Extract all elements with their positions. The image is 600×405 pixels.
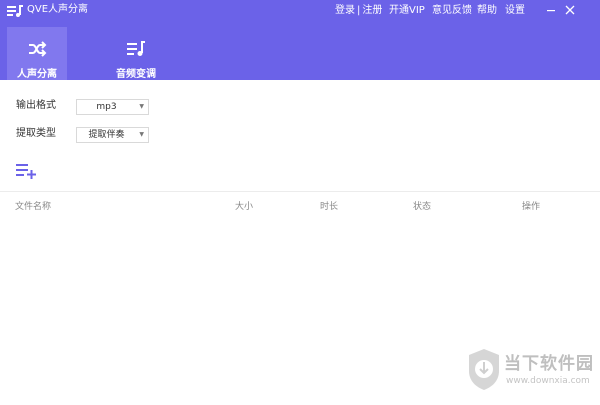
shuffle-icon bbox=[29, 41, 47, 57]
music-note-list-icon bbox=[127, 41, 145, 56]
menu-help-wrap: 帮助 bbox=[477, 3, 497, 19]
feedback-link[interactable]: 意见反馈 bbox=[432, 4, 472, 18]
column-header-duration: 时长 bbox=[320, 202, 339, 212]
downxia-logo-icon bbox=[469, 349, 499, 390]
close-icon bbox=[565, 5, 575, 15]
menu-settings-wrap: 设置 bbox=[505, 3, 525, 19]
output-format-label: 输出格式 bbox=[16, 100, 56, 111]
close-button[interactable] bbox=[562, 2, 578, 18]
output-format-select[interactable]: mp3 ▼ bbox=[76, 99, 149, 115]
settings-link[interactable]: 设置 bbox=[505, 4, 525, 18]
add-to-list-icon bbox=[16, 164, 36, 179]
menu-feedback-wrap: 意见反馈 bbox=[432, 3, 472, 19]
chevron-down-icon: ▼ bbox=[139, 103, 144, 110]
extract-type-value: 提取伴奏 bbox=[88, 130, 125, 140]
chevron-down-icon: ▼ bbox=[139, 131, 144, 138]
column-header-size: 大小 bbox=[235, 202, 254, 212]
column-header-file-name: 文件名称 bbox=[15, 202, 52, 212]
watermark: 当下软件园 www.downxia.com bbox=[466, 345, 594, 393]
tab-audio-pitch[interactable]: 音频变调 bbox=[106, 27, 166, 80]
login-register-menu: 登录 | 注册 bbox=[335, 3, 382, 19]
tab-vocal-separation[interactable]: 人声分离 bbox=[7, 27, 67, 80]
watermark-url: www.downxia.com bbox=[506, 376, 590, 386]
tab-label: 音频变调 bbox=[116, 69, 156, 80]
login-link[interactable]: 登录 bbox=[335, 4, 355, 18]
add-file-button[interactable] bbox=[15, 162, 37, 180]
app-title: QVE人声分离 bbox=[27, 4, 89, 15]
open-vip-link[interactable]: 开通VIP bbox=[389, 4, 425, 18]
help-link[interactable]: 帮助 bbox=[477, 4, 497, 18]
register-link[interactable]: 注册 bbox=[362, 4, 382, 18]
menu-separator: | bbox=[357, 5, 361, 16]
title-bar: QVE人声分离 登录 | 注册 开通VIP 意见反馈 帮助 设置 bbox=[0, 0, 600, 22]
column-header-status: 状态 bbox=[413, 202, 432, 212]
app-header: QVE人声分离 登录 | 注册 开通VIP 意见反馈 帮助 设置 人声分离 音频… bbox=[0, 0, 600, 80]
watermark-title: 当下软件园 bbox=[504, 354, 594, 374]
column-header-actions: 操作 bbox=[522, 202, 541, 212]
minimize-icon bbox=[547, 10, 555, 12]
extract-type-select[interactable]: 提取伴奏 ▼ bbox=[76, 127, 149, 143]
minimize-button[interactable] bbox=[543, 2, 559, 18]
menu-vip-wrap: 开通VIP bbox=[389, 3, 425, 19]
music-list-logo-icon bbox=[7, 5, 23, 17]
tab-label: 人声分离 bbox=[17, 69, 57, 80]
table-divider bbox=[0, 191, 600, 192]
output-format-value: mp3 bbox=[96, 102, 117, 112]
extract-type-label: 提取类型 bbox=[16, 128, 56, 139]
